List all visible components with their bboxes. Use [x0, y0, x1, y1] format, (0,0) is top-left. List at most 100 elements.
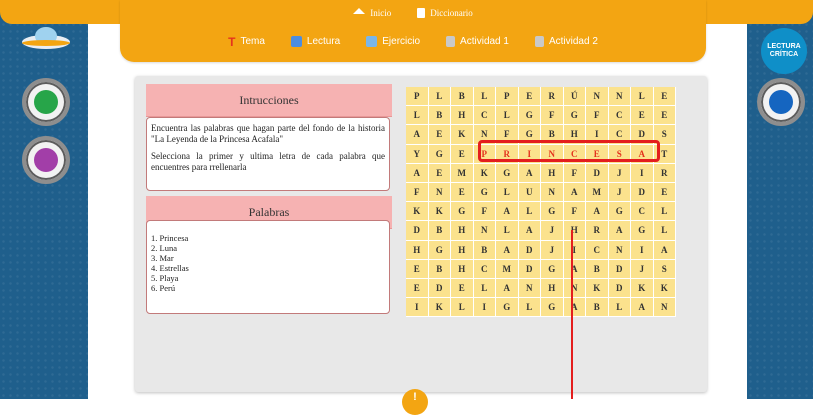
grid-cell[interactable]: G — [541, 259, 564, 279]
grid-cell[interactable]: A — [518, 163, 541, 183]
grid-cell[interactable]: K — [586, 278, 609, 299]
grid-cell[interactable]: I — [586, 125, 609, 145]
grid-cell[interactable]: K — [473, 163, 496, 183]
grid-cell[interactable]: P — [496, 87, 519, 107]
grid-cell[interactable]: P — [406, 87, 429, 107]
grid-cell[interactable]: A — [406, 125, 429, 145]
grid-cell[interactable]: C — [608, 125, 631, 145]
grid-cell[interactable]: I — [406, 298, 429, 318]
grid-cell[interactable]: J — [541, 221, 564, 241]
grid-cell[interactable]: D — [518, 259, 541, 279]
grid-cell[interactable]: D — [586, 163, 609, 183]
media-button[interactable] — [22, 136, 70, 184]
grid-cell[interactable]: C — [631, 202, 654, 222]
nav-diccionario[interactable]: Diccionario — [417, 8, 473, 18]
grid-cell[interactable]: N — [653, 298, 676, 318]
grid-cell[interactable]: D — [406, 221, 429, 241]
grid-cell[interactable]: E — [653, 182, 676, 203]
grid-cell[interactable]: K — [406, 202, 429, 222]
grid-cell[interactable]: F — [473, 202, 496, 222]
grid-cell[interactable]: A — [586, 202, 609, 222]
right-circle-button[interactable] — [757, 78, 805, 126]
grid-cell[interactable]: K — [653, 278, 676, 299]
nav-inicio[interactable]: Inicio — [353, 8, 391, 18]
grid-cell[interactable]: A — [406, 163, 429, 183]
grid-cell[interactable]: N — [608, 240, 631, 260]
grid-cell[interactable]: B — [586, 259, 609, 279]
grid-cell[interactable]: G — [496, 298, 519, 318]
grid-cell[interactable]: N — [473, 125, 496, 145]
grid-cell[interactable]: G — [451, 202, 474, 222]
grid-cell[interactable]: E — [451, 278, 474, 299]
grid-cell[interactable]: N — [518, 278, 541, 299]
grid-cell[interactable]: B — [428, 221, 451, 241]
grid-cell[interactable]: D — [631, 182, 654, 203]
grid-cell[interactable]: G — [518, 125, 541, 145]
grid-cell[interactable]: C — [473, 106, 496, 126]
grid-cell[interactable]: G — [631, 221, 654, 241]
grid-cell[interactable]: L — [518, 202, 541, 222]
grid-cell[interactable]: A — [631, 144, 654, 164]
grid-cell[interactable]: C — [563, 144, 586, 164]
grid-cell[interactable]: E — [451, 144, 474, 164]
grid-cell[interactable]: H — [406, 240, 429, 260]
grid-cell[interactable]: F — [406, 182, 429, 203]
grid-cell[interactable]: M — [586, 182, 609, 203]
grid-cell[interactable]: B — [428, 106, 451, 126]
grid-cell[interactable]: I — [518, 144, 541, 164]
grid-cell[interactable]: A — [563, 182, 586, 203]
grid-cell[interactable]: R — [541, 87, 564, 107]
grid-cell[interactable]: R — [496, 144, 519, 164]
grid-cell[interactable]: N — [563, 278, 586, 299]
grid-cell[interactable]: K — [451, 125, 474, 145]
grid-cell[interactable]: M — [451, 163, 474, 183]
grid-cell[interactable]: H — [541, 278, 564, 299]
nav-lectura[interactable]: Lectura — [290, 36, 340, 47]
grid-cell[interactable]: S — [608, 144, 631, 164]
grid-cell[interactable]: R — [586, 221, 609, 241]
grid-cell[interactable]: E — [428, 125, 451, 145]
grid-cell[interactable]: M — [496, 259, 519, 279]
grid-cell[interactable]: A — [496, 202, 519, 222]
grid-cell[interactable]: L — [473, 87, 496, 107]
grid-cell[interactable]: H — [451, 106, 474, 126]
grid-cell[interactable]: J — [631, 259, 654, 279]
grid-cell[interactable]: L — [496, 106, 519, 126]
grid-cell[interactable]: A — [563, 259, 586, 279]
grid-cell[interactable]: N — [586, 87, 609, 107]
grid-cell[interactable]: F — [563, 163, 586, 183]
grid-cell[interactable]: A — [563, 298, 586, 318]
nav-actividad-1[interactable]: Actividad 1 — [446, 36, 509, 47]
grid-cell[interactable]: A — [496, 240, 519, 260]
grid-cell[interactable]: D — [608, 259, 631, 279]
grid-cell[interactable]: G — [518, 106, 541, 126]
grid-cell[interactable]: G — [563, 106, 586, 126]
grid-cell[interactable]: K — [631, 278, 654, 299]
grid-cell[interactable]: G — [428, 240, 451, 260]
grid-cell[interactable]: H — [451, 221, 474, 241]
grid-cell[interactable]: C — [608, 106, 631, 126]
grid-cell[interactable]: N — [473, 221, 496, 241]
grid-cell[interactable]: Ú — [563, 87, 586, 107]
grid-cell[interactable]: E — [518, 87, 541, 107]
grid-cell[interactable]: I — [631, 163, 654, 183]
grid-cell[interactable]: B — [428, 259, 451, 279]
grid-cell[interactable]: T — [653, 144, 676, 164]
grid-cell[interactable]: E — [653, 87, 676, 107]
grid-cell[interactable]: Y — [406, 144, 429, 164]
grid-cell[interactable]: N — [541, 144, 564, 164]
grid-cell[interactable]: A — [518, 221, 541, 241]
grid-cell[interactable]: K — [428, 202, 451, 222]
grid-cell[interactable]: B — [541, 125, 564, 145]
lectura-critica-badge[interactable]: LECTURA CRÍTICA — [761, 28, 807, 74]
grid-cell[interactable]: L — [451, 298, 474, 318]
grid-cell[interactable]: E — [653, 106, 676, 126]
grid-cell[interactable]: I — [563, 240, 586, 260]
grid-cell[interactable]: P — [473, 144, 496, 164]
nav-actividad-2[interactable]: Actividad 2 — [534, 36, 598, 47]
grid-cell[interactable]: D — [631, 125, 654, 145]
grid-cell[interactable]: I — [631, 240, 654, 260]
grid-cell[interactable]: L — [428, 87, 451, 107]
grid-cell[interactable]: B — [473, 240, 496, 260]
grid-cell[interactable]: A — [653, 240, 676, 260]
